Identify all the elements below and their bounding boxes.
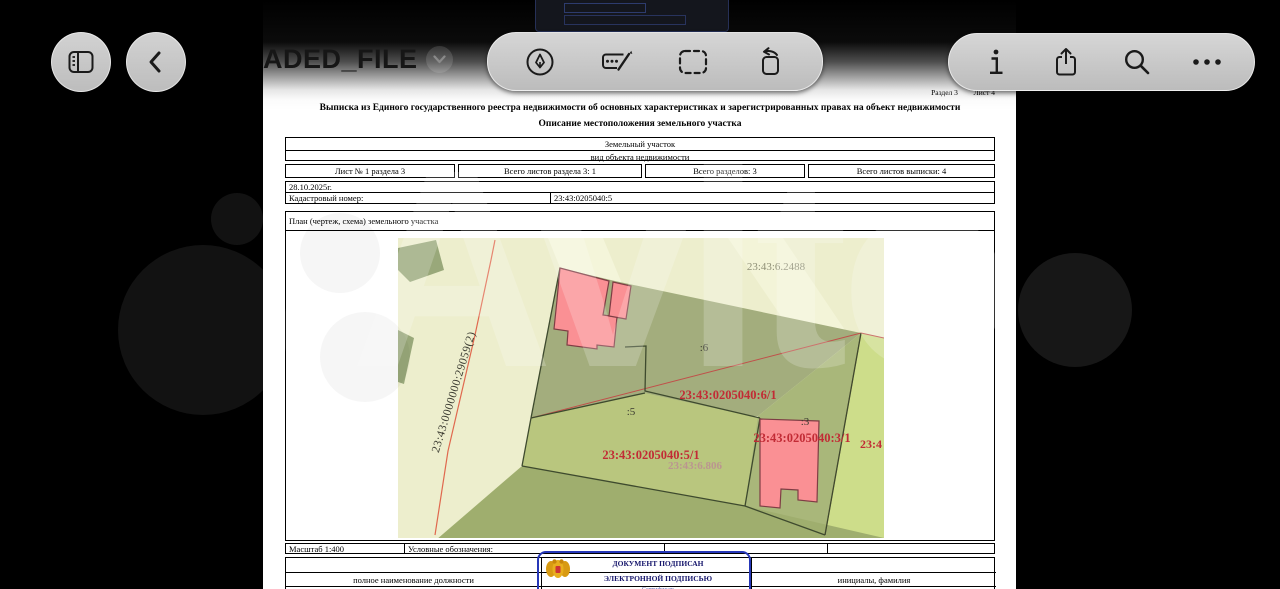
share-icon — [1053, 47, 1079, 77]
map-label-p6: :6 — [700, 342, 709, 354]
markup-toolbar — [487, 32, 823, 91]
position-label: полное наименование должности — [286, 573, 541, 586]
title-chevron-badge[interactable] — [426, 46, 453, 73]
scale-cell: Масштаб 1:400 — [285, 543, 405, 554]
stamp-line2: ЭЛЕКТРОННОЙ ПОДПИСЬЮ — [573, 574, 743, 583]
corner-section: Раздел 3 — [931, 88, 958, 97]
file-title-button[interactable]: ADED_FILE — [263, 44, 453, 75]
sidebar-icon — [68, 50, 94, 74]
sheet-cell-4: Всего листов выписки: 4 — [808, 164, 995, 178]
watermark-logo-circle-small — [211, 193, 263, 245]
markup-button[interactable] — [511, 34, 569, 90]
cadastral-value-cell: 23:43:0205040:5 — [550, 192, 995, 204]
more-icon — [1192, 57, 1222, 67]
actions-toolbar — [948, 33, 1255, 91]
watermark-logo-circle-right — [1018, 253, 1132, 367]
sheet-cell-3: Всего разделов: 3 — [645, 164, 805, 178]
chevron-left-icon — [144, 49, 168, 75]
search-icon — [1123, 48, 1151, 76]
search-button[interactable] — [1108, 34, 1166, 90]
chevron-down-icon — [433, 55, 446, 64]
previous-page-stamp-remnant — [535, 0, 729, 32]
file-title: ADED_FILE — [263, 44, 418, 75]
map-label-b61: 23:43:0205040:6/1 — [679, 388, 776, 402]
rotate-icon — [755, 47, 785, 77]
plan-title: План (чертеж, схема) земельного участка — [286, 212, 994, 231]
coat-of-arms-icon — [545, 557, 571, 583]
map-label-b31: 23:43:0205040:3/1 — [753, 431, 850, 445]
map-label-right: 23:4 — [860, 437, 882, 451]
stamp-line1: ДОКУМЕНТ ПОДПИСАН — [573, 559, 743, 568]
name-label: инициалы, фамилия — [752, 573, 996, 586]
info-icon — [987, 48, 1005, 76]
select-button[interactable] — [664, 34, 722, 90]
cadastral-label-cell: Кадастровый номер: — [285, 192, 551, 204]
map-label-p3: :3 — [801, 416, 810, 428]
map-label-p5: :5 — [627, 406, 636, 418]
document-heading: Выписка из Единого государственного реес… — [285, 103, 995, 113]
back-button[interactable] — [126, 32, 186, 92]
legend-cell-3 — [827, 543, 995, 554]
signature-stamp: ДОКУМЕНТ ПОДПИСАН ЭЛЕКТРОННОЙ ПОДПИСЬЮ С… — [537, 551, 751, 589]
autofill-signature-icon — [600, 47, 634, 77]
object-type-caption: вид объекта недвижимости — [286, 151, 994, 162]
cadastral-map: 23:43:6.2488 :6 23:43:0205040:6/1 :5 23:… — [398, 238, 884, 538]
sidebar-toggle-button[interactable] — [51, 32, 111, 92]
object-type-box: Земельный участок вид объекта недвижимос… — [285, 137, 995, 161]
autofill-button[interactable] — [588, 34, 646, 90]
object-type: Земельный участок — [286, 138, 994, 151]
share-button[interactable] — [1037, 34, 1095, 90]
pen-nib-circle-icon — [525, 47, 555, 77]
map-label-area: 23:43:6.806 — [668, 460, 723, 472]
map-label-quarter: 23:43:6.2488 — [747, 261, 806, 273]
more-button[interactable] — [1178, 34, 1236, 90]
document-subheading: Описание местоположения земельного участ… — [285, 119, 995, 129]
sheet-cell-2: Всего листов раздела 3: 1 — [458, 164, 642, 178]
rotate-button[interactable] — [741, 34, 799, 90]
sheet-cell-1: Лист № 1 раздела 3 — [285, 164, 455, 178]
selection-dashed-icon — [678, 49, 708, 75]
info-button[interactable] — [967, 34, 1025, 90]
